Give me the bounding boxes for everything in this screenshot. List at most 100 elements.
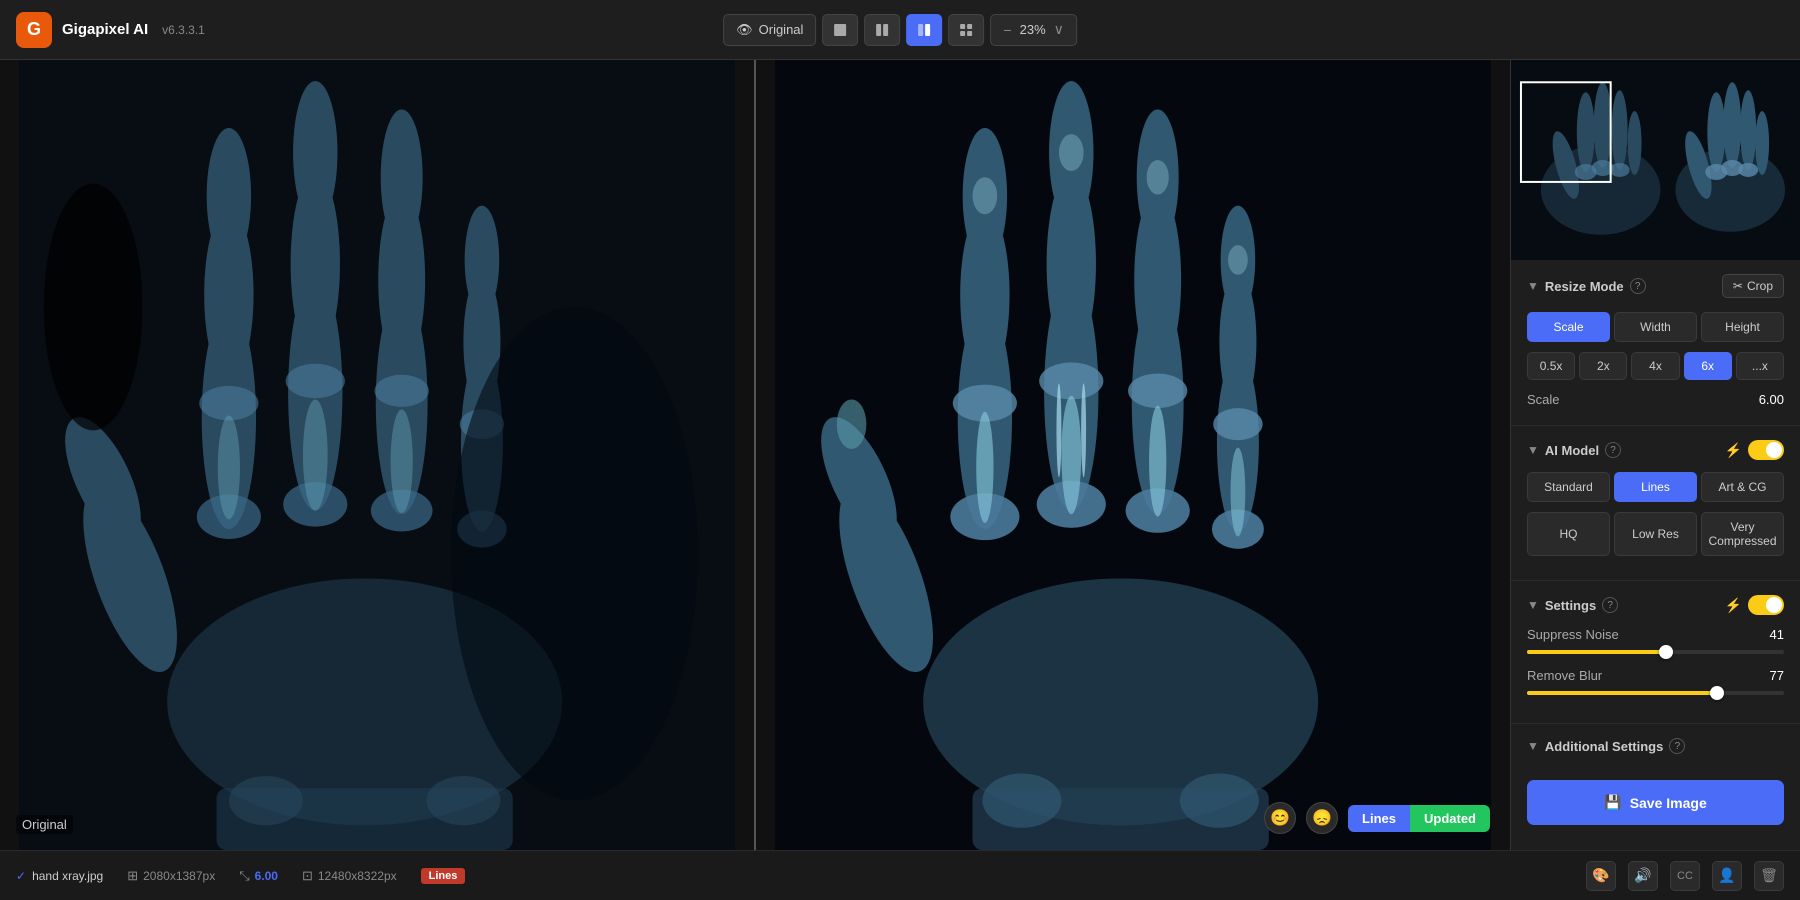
hq-model-button[interactable]: HQ [1527, 512, 1610, 556]
preset-05x[interactable]: 0.5x [1527, 352, 1575, 380]
view-grid-button[interactable] [948, 14, 984, 46]
suppress-noise-value: 41 [1770, 627, 1784, 642]
header: G Gigapixel AI v6.3.3.1 👁 Original − 23%… [0, 0, 1800, 60]
view-split-v-button[interactable] [864, 14, 900, 46]
additional-settings-row: ▼ Additional Settings ? [1511, 724, 1800, 768]
header-controls: 👁 Original − 23% ∨ [723, 14, 1077, 46]
scale-stat: ⤡ 6.00 [239, 868, 278, 884]
zoom-out-button[interactable]: − [1001, 22, 1013, 38]
eye-icon: 👁 [736, 22, 753, 38]
filename: hand xray.jpg [32, 869, 103, 883]
width-button[interactable]: Width [1614, 312, 1697, 342]
preset-6x[interactable]: 6x [1684, 352, 1732, 380]
remove-blur-container: Remove Blur 77 [1527, 668, 1784, 695]
preset-4x[interactable]: 4x [1631, 352, 1679, 380]
standard-model-button[interactable]: Standard [1527, 472, 1610, 502]
bottom-file: ✓ hand xray.jpg [16, 869, 103, 883]
verycompressed-model-button[interactable]: Very Compressed [1701, 512, 1784, 556]
zoom-value: 23% [1020, 22, 1046, 37]
model-tag: Lines [421, 868, 466, 884]
scale-presets: 0.5x 2x 4x 6x ...x [1527, 352, 1784, 380]
ai-model-toggle[interactable] [1748, 440, 1784, 460]
resize-mode-help[interactable]: ? [1630, 278, 1646, 294]
ai-model-title: AI Model [1545, 443, 1599, 458]
app-version: v6.3.3.1 [162, 23, 205, 37]
suppress-noise-thumb[interactable] [1659, 645, 1673, 659]
reaction-sad-button[interactable]: 😞 [1306, 802, 1338, 834]
original-button[interactable]: 👁 Original [723, 14, 816, 46]
remove-blur-thumb[interactable] [1710, 686, 1724, 700]
right-panel: ▼ Resize Mode ? ✂ Crop Scale Width Heigh… [1510, 60, 1800, 850]
height-button[interactable]: Height [1701, 312, 1784, 342]
crop-button[interactable]: ✂ Crop [1722, 274, 1784, 298]
app-logo: G [16, 12, 52, 48]
output-icon: ⊡ [302, 868, 313, 884]
model-badge-status: Updated [1410, 805, 1490, 832]
remove-blur-label: Remove Blur [1527, 668, 1602, 683]
settings-title: Settings [1545, 598, 1596, 613]
artcg-model-button[interactable]: Art & CG [1701, 472, 1784, 502]
scale-display: 6.00 [255, 869, 278, 883]
xray-original-half: Original [0, 60, 754, 850]
zoom-in-button[interactable]: ∨ [1052, 21, 1066, 38]
original-label: Original [16, 815, 73, 834]
ai-model-primary-buttons: Standard Lines Art & CG [1527, 472, 1784, 502]
view-single-button[interactable] [822, 14, 858, 46]
model-badge-name: Lines [1348, 805, 1410, 832]
suppress-noise-fill [1527, 650, 1666, 654]
additional-settings-help[interactable]: ? [1669, 738, 1685, 754]
xray-enhanced-svg [756, 60, 1510, 850]
ai-model-secondary-buttons: HQ Low Res Very Compressed [1527, 512, 1784, 556]
settings-lightning-icon: ⚡ [1725, 597, 1742, 614]
resize-collapse-icon[interactable]: ▼ [1527, 279, 1539, 293]
crop-icon: ✂ [1733, 279, 1743, 293]
ai-model-title-row: ▼ AI Model ? [1527, 442, 1621, 458]
lowres-model-button[interactable]: Low Res [1614, 512, 1697, 556]
color-palette-button[interactable]: 🎨 [1586, 861, 1616, 891]
reaction-smile-button[interactable]: 😊 [1264, 802, 1296, 834]
audio-button[interactable]: 🔊 [1628, 861, 1658, 891]
main-area: Original [0, 60, 1800, 850]
original-size: 2080x1387px [143, 869, 215, 883]
settings-help[interactable]: ? [1602, 597, 1618, 613]
scale-value: 6.00 [1759, 392, 1784, 407]
bottom-actions: 🎨 🔊 CC 👤 🗑 [1586, 861, 1784, 891]
preset-2x[interactable]: 2x [1579, 352, 1627, 380]
scale-icon: ⤡ [239, 868, 249, 884]
delete-button[interactable]: 🗑 [1754, 861, 1784, 891]
save-image-button[interactable]: 💾 Save Image [1527, 780, 1784, 825]
xray-enhanced-half: 😊 😞 Lines Updated [756, 60, 1510, 850]
model-badge: Lines Updated [1348, 805, 1490, 832]
app-name: Gigapixel AI [62, 21, 148, 38]
suppress-noise-header: Suppress Noise 41 [1527, 627, 1784, 642]
cc-button[interactable]: CC [1670, 861, 1700, 891]
settings-title-row: ▼ Settings ? [1527, 597, 1618, 613]
remove-blur-value: 77 [1770, 668, 1784, 683]
xray-original-svg [0, 60, 754, 850]
scale-button[interactable]: Scale [1527, 312, 1610, 342]
resize-mode-buttons: Scale Width Height [1527, 312, 1784, 342]
additional-settings-collapse[interactable]: ▼ [1527, 739, 1539, 753]
lines-model-button[interactable]: Lines [1614, 472, 1697, 502]
thumbnail-svg [1511, 60, 1800, 260]
remove-blur-header: Remove Blur 77 [1527, 668, 1784, 683]
ai-model-help[interactable]: ? [1605, 442, 1621, 458]
user-button[interactable]: 👤 [1712, 861, 1742, 891]
scale-label: Scale [1527, 392, 1560, 407]
settings-toggle[interactable] [1748, 595, 1784, 615]
model-badge-area: 😊 😞 Lines Updated [1264, 802, 1490, 834]
additional-settings-title: Additional Settings [1545, 739, 1663, 754]
suppress-noise-track [1527, 650, 1784, 654]
canvas-area: Original [0, 60, 1510, 850]
ai-model-collapse-icon[interactable]: ▼ [1527, 443, 1539, 457]
ai-model-section: ▼ AI Model ? ⚡ Standard Lines Art & CG H… [1511, 426, 1800, 581]
settings-collapse-icon[interactable]: ▼ [1527, 598, 1539, 612]
resize-mode-header: ▼ Resize Mode ? ✂ Crop [1527, 274, 1784, 298]
view-split-h-button[interactable] [906, 14, 942, 46]
image-size-icon: ⊞ [127, 868, 138, 884]
preset-custom[interactable]: ...x [1736, 352, 1784, 380]
remove-blur-fill [1527, 691, 1717, 695]
output-size-stat: ⊡ 12480x8322px [302, 868, 397, 884]
original-size-stat: ⊞ 2080x1387px [127, 868, 215, 884]
resize-mode-section: ▼ Resize Mode ? ✂ Crop Scale Width Heigh… [1511, 260, 1800, 426]
